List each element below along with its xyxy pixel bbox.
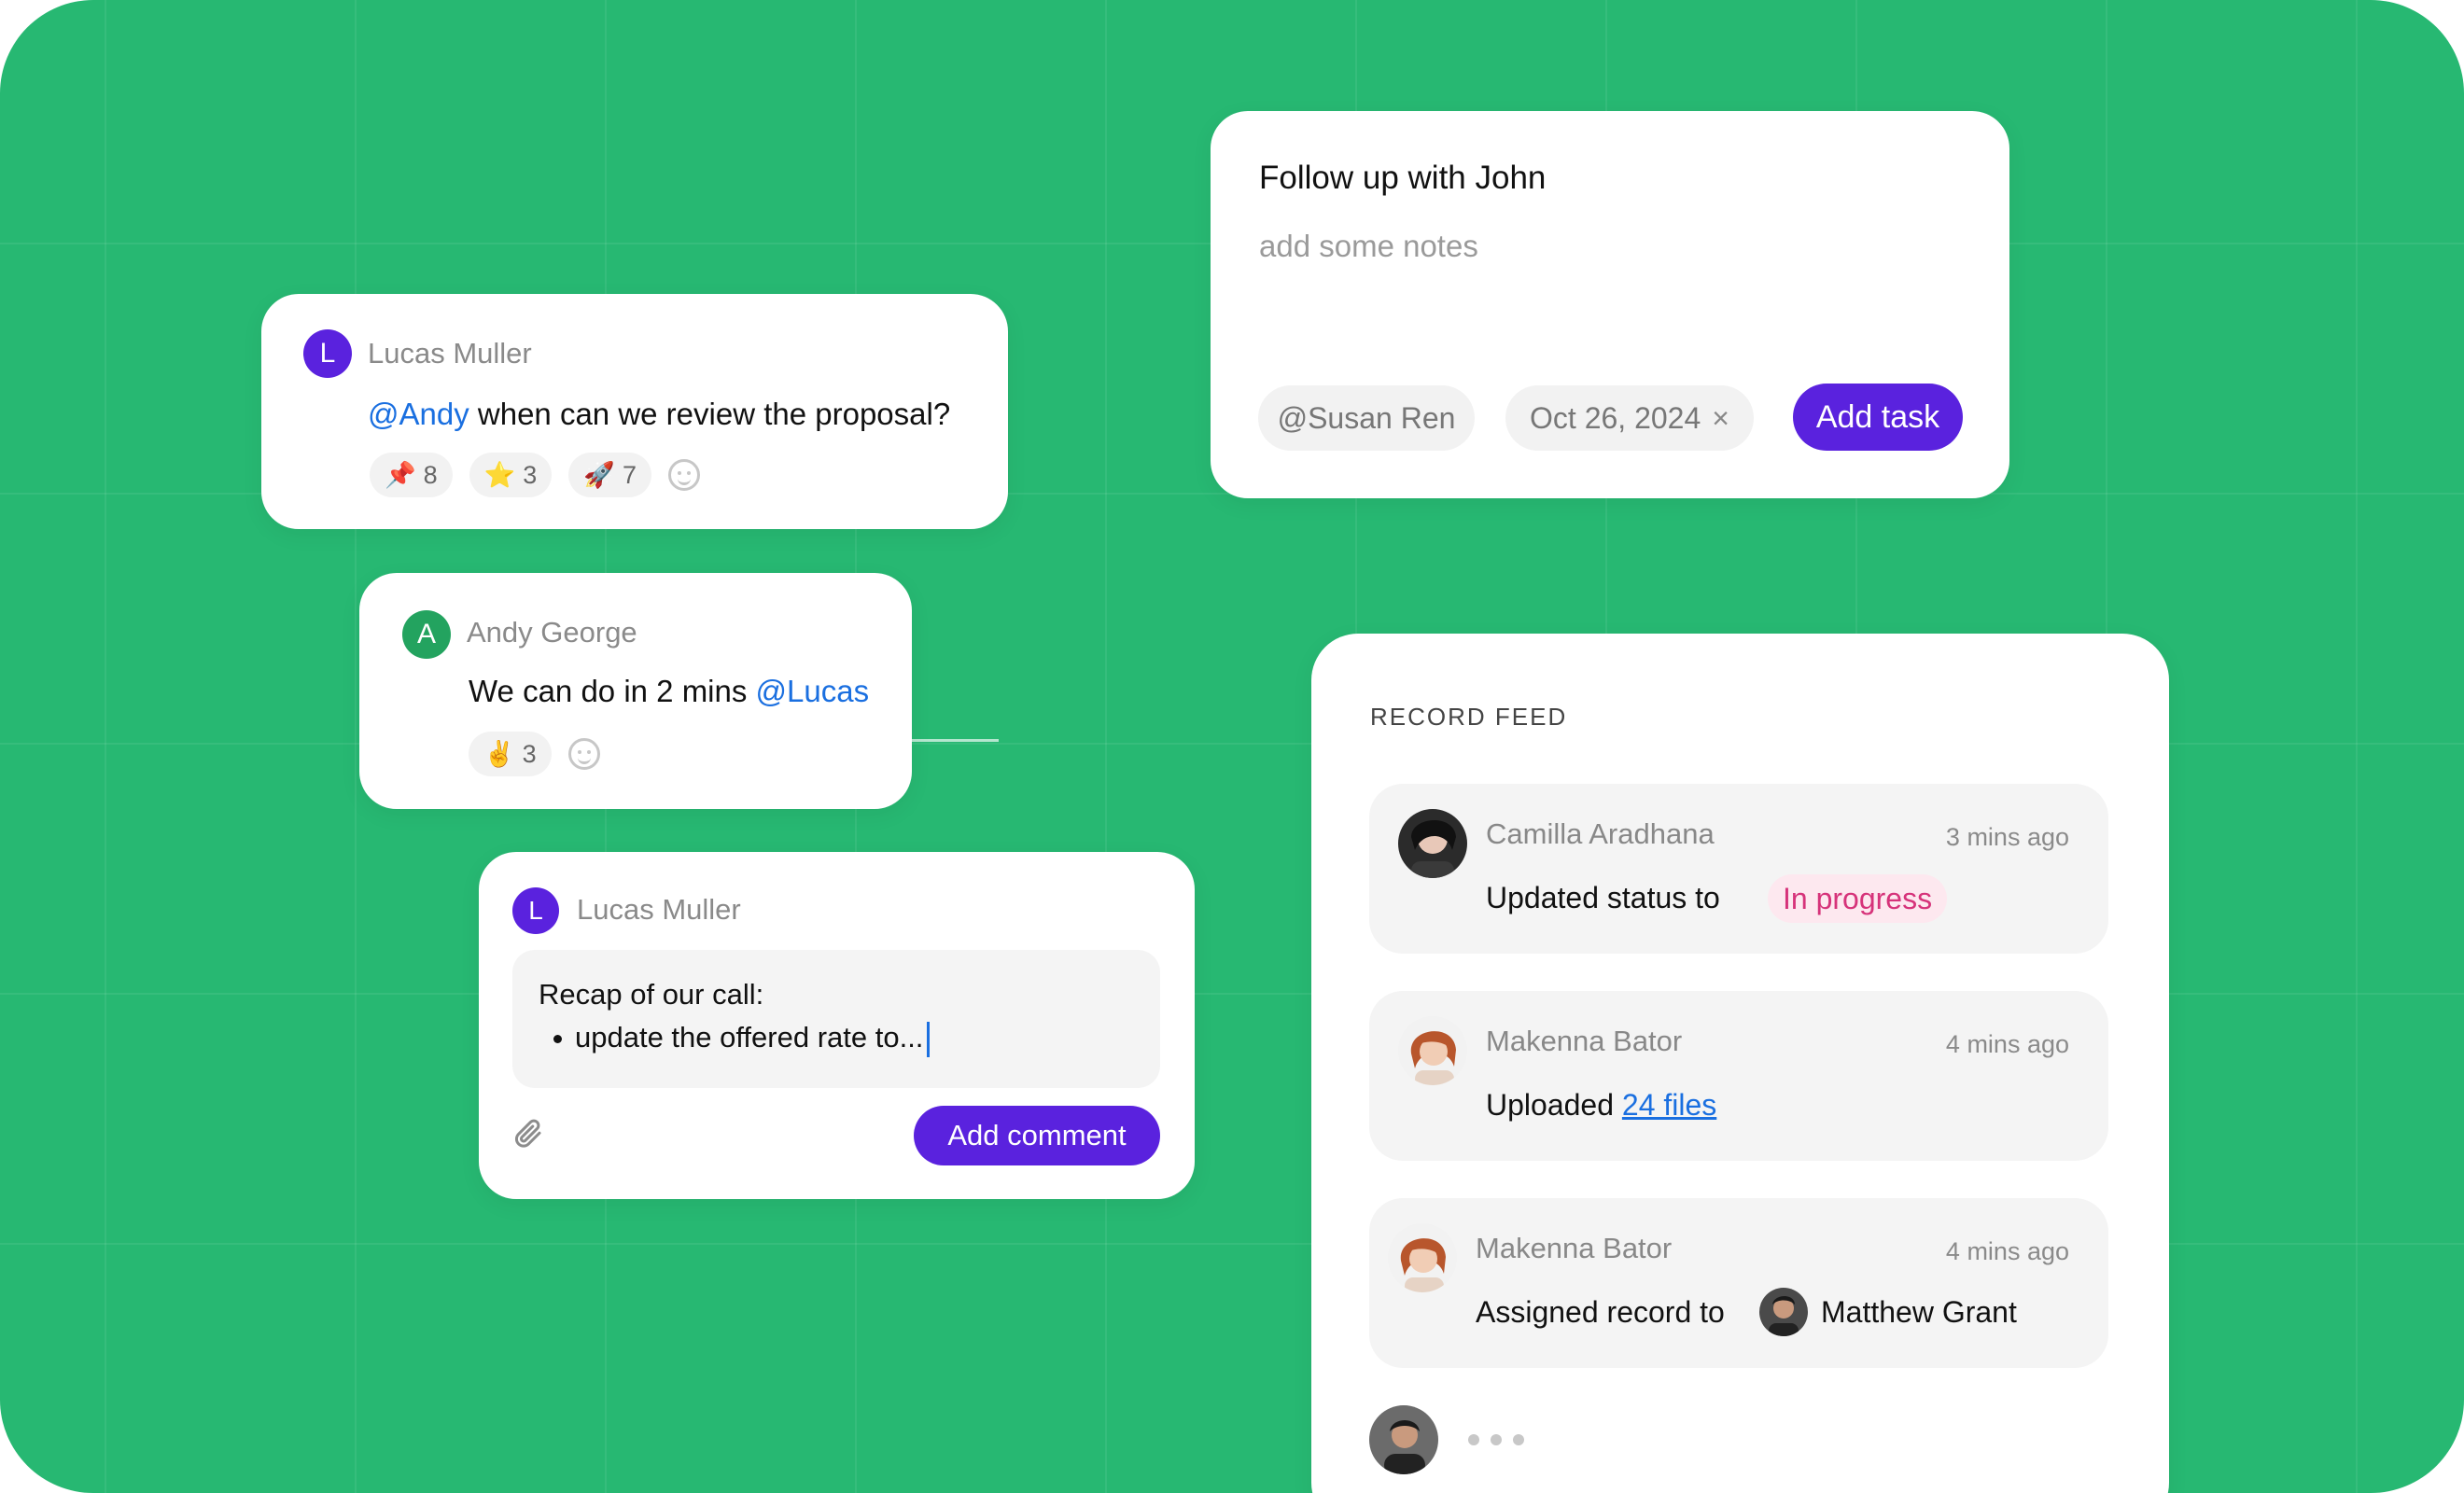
feed-timestamp: 4 mins ago [1945, 1030, 2069, 1058]
feed-action-text: Uploaded 24 files [1486, 1088, 1716, 1123]
reaction-list: ✌️ 3 [469, 732, 600, 776]
reaction-list: 📌 8 ⭐ 3 🚀 7 [370, 453, 700, 497]
reaction-count: 8 [423, 460, 438, 489]
task-card: Follow up with John add some notes @Susa… [1211, 111, 2009, 498]
feed-user-name: Makenna Bator [1476, 1232, 1673, 1264]
feed-timestamp: 4 mins ago [1945, 1237, 2069, 1265]
comment-body: We can do in 2 mins [469, 674, 756, 708]
reaction-pin[interactable]: 📌 8 [370, 453, 453, 497]
feed-action-text: Updated status to [1486, 881, 1720, 914]
mention-link[interactable]: @Lucas [756, 674, 870, 708]
avatar-matthew [1759, 1288, 1808, 1336]
add-reaction-icon[interactable] [667, 459, 700, 491]
bullet-text: update the offered rate to... [575, 1021, 924, 1053]
composer-author: Lucas Muller [577, 893, 741, 926]
avatar: L [303, 329, 352, 378]
assignee-label: @Susan Ren [1277, 400, 1456, 435]
pin-icon: 📌 [385, 461, 416, 489]
comment-text: We can do in 2 mins @Lucas [469, 674, 869, 709]
bullet-dot [553, 1035, 562, 1044]
add-comment-button[interactable]: Add comment [914, 1106, 1160, 1165]
mention-link[interactable]: @Andy [368, 397, 469, 431]
reaction-count: 7 [622, 460, 637, 489]
avatar-makenna [1398, 1016, 1467, 1085]
rocket-icon: 🚀 [583, 461, 615, 489]
comment-input-line: Recap of our call: [539, 978, 764, 1011]
typing-dot [1513, 1434, 1524, 1445]
canvas: L Lucas Muller @Andy when can we review … [0, 0, 2464, 1493]
comment-card-andy: A Andy George We can do in 2 mins @Lucas… [359, 573, 912, 809]
star-icon: ⭐ [483, 461, 516, 489]
feed-user-name: Makenna Bator [1486, 1025, 1683, 1057]
feed-item[interactable]: Camilla Aradhana 3 mins ago Updated stat… [1369, 784, 2108, 954]
reaction-victory[interactable]: ✌️ 3 [469, 732, 552, 776]
feed-item[interactable]: Makenna Bator 4 mins ago Assigned record… [1369, 1198, 2108, 1368]
victory-hand-icon: ✌️ [483, 740, 515, 768]
typing-dot [1468, 1434, 1479, 1445]
due-date-label: Oct 26, 2024 [1530, 400, 1701, 435]
feed-timestamp: 3 mins ago [1945, 823, 2069, 851]
task-notes-input[interactable]: add some notes [1259, 229, 1478, 264]
feed-action-text: Assigned record to [1476, 1295, 1725, 1329]
comment-input-bullet: update the offered rate to... [553, 1021, 931, 1057]
add-task-button[interactable]: Add task [1793, 384, 1963, 451]
comment-body: when can we review the proposal? [469, 397, 951, 431]
typing-indicator [1468, 1434, 1524, 1445]
add-reaction-icon[interactable] [567, 738, 600, 770]
status-badge: In progress [1768, 874, 1948, 923]
feed-action-label: Uploaded [1486, 1088, 1622, 1122]
comment-composer: L Lucas Muller Recap of our call: update… [479, 852, 1195, 1199]
record-feed-panel: RECORD FEED Camilla Aradhana 3 mins ago … [1311, 634, 2169, 1493]
comment-author: Lucas Muller [368, 337, 532, 370]
comment-card-lucas: L Lucas Muller @Andy when can we review … [261, 294, 1008, 529]
comment-input[interactable]: Recap of our call: update the offered ra… [512, 950, 1160, 1088]
avatar: A [402, 610, 451, 659]
reaction-rocket[interactable]: 🚀 7 [568, 453, 651, 497]
clear-date-icon[interactable]: × [1712, 401, 1729, 436]
feed-user-name: Camilla Aradhana [1486, 817, 1715, 850]
reaction-count: 3 [523, 460, 538, 489]
task-title[interactable]: Follow up with John [1259, 160, 1546, 197]
reaction-count: 3 [522, 739, 537, 768]
avatar-makenna [1388, 1223, 1457, 1292]
avatar: L [512, 887, 559, 934]
avatar-typing-user [1369, 1405, 1438, 1474]
comment-text: @Andy when can we review the proposal? [368, 397, 950, 432]
text-caret [927, 1021, 931, 1057]
avatar-camilla [1398, 809, 1467, 878]
files-link[interactable]: 24 files [1622, 1088, 1716, 1122]
feed-item[interactable]: Makenna Bator 4 mins ago Uploaded 24 fil… [1369, 991, 2108, 1161]
assignee-chip[interactable]: @Susan Ren [1258, 385, 1475, 451]
due-date-chip[interactable]: Oct 26, 2024 × [1505, 385, 1754, 451]
comment-author: Andy George [467, 616, 637, 649]
typing-dot [1491, 1434, 1502, 1445]
thread-connector [910, 739, 999, 742]
assignee-name[interactable]: Matthew Grant [1821, 1295, 2017, 1330]
paperclip-icon[interactable] [511, 1117, 545, 1151]
record-feed-heading: RECORD FEED [1370, 703, 1568, 731]
reaction-star[interactable]: ⭐ 3 [469, 453, 553, 497]
